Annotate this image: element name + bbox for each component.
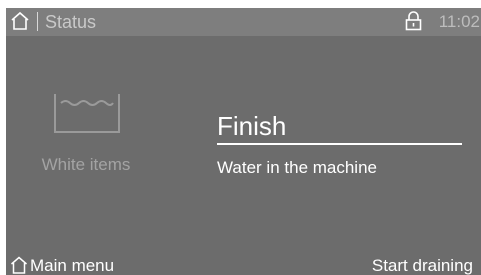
status-title: Finish (217, 111, 287, 141)
status-bar: Status 11:02 (6, 8, 481, 36)
program-name: White items (41, 155, 131, 174)
main-menu-label: Main menu (30, 256, 115, 275)
header-divider (37, 12, 38, 31)
footer-bar: Main menu Start draining (6, 251, 481, 275)
appliance-display: Status 11:02 White items Finish Water in… (6, 8, 481, 275)
start-draining-button[interactable]: Start draining (372, 256, 473, 275)
lock-icon[interactable] (405, 11, 422, 31)
status-underline (217, 143, 462, 145)
clock-time: 11:02 (438, 12, 480, 31)
home-icon (10, 256, 28, 274)
page-title: Status (45, 12, 97, 32)
home-icon[interactable] (10, 11, 30, 31)
basin-icon (50, 88, 124, 138)
status-subtitle: Water in the machine (217, 158, 377, 177)
